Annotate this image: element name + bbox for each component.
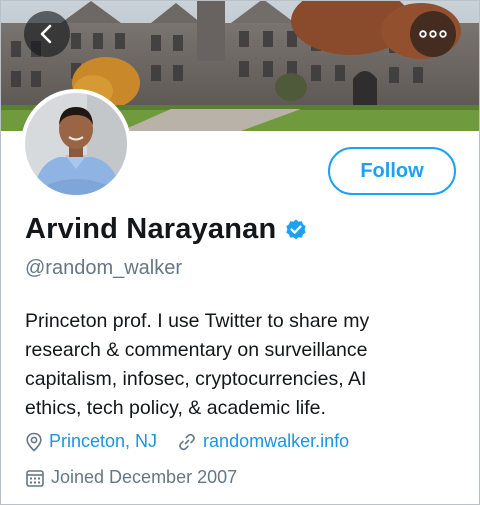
profile-meta-row: Princeton, NJ randomwalker.info xyxy=(25,431,349,452)
website-item[interactable]: randomwalker.info xyxy=(177,431,349,452)
calendar-icon xyxy=(25,468,45,488)
location-pin-icon xyxy=(25,432,43,452)
link-icon xyxy=(177,432,197,452)
more-horizontal-icon xyxy=(419,30,447,38)
verified-badge-icon xyxy=(284,218,308,242)
location-link[interactable]: Princeton, NJ xyxy=(49,431,157,452)
avatar-image xyxy=(25,93,127,195)
profile-bio: Princeton prof. I use Twitter to share m… xyxy=(25,307,465,423)
profile-name-row: Arvind Narayanan xyxy=(25,213,308,246)
avatar[interactable] xyxy=(21,89,131,199)
location-item[interactable]: Princeton, NJ xyxy=(25,431,157,452)
profile-screen: Follow Arvind Narayanan @random_walker P… xyxy=(0,0,480,505)
bio-line: ethics, tech policy, & academic life. xyxy=(25,397,326,419)
follow-button[interactable]: Follow xyxy=(328,147,456,195)
website-link[interactable]: randomwalker.info xyxy=(203,431,349,452)
joined-date: Joined December 2007 xyxy=(51,467,238,487)
more-options-button[interactable] xyxy=(410,11,456,57)
joined-row: Joined December 2007 xyxy=(25,467,237,488)
display-name: Arvind Narayanan xyxy=(25,213,277,245)
bio-line: Princeton prof. I use Twitter to share m… xyxy=(25,310,370,332)
profile-handle: @random_walker xyxy=(25,257,183,279)
back-button[interactable] xyxy=(24,11,70,57)
chevron-left-icon xyxy=(40,24,52,44)
bio-line: research & commentary on surveillance xyxy=(25,339,368,361)
bio-line: capitalism, infosec, cryptocurrencies, A… xyxy=(25,368,367,390)
